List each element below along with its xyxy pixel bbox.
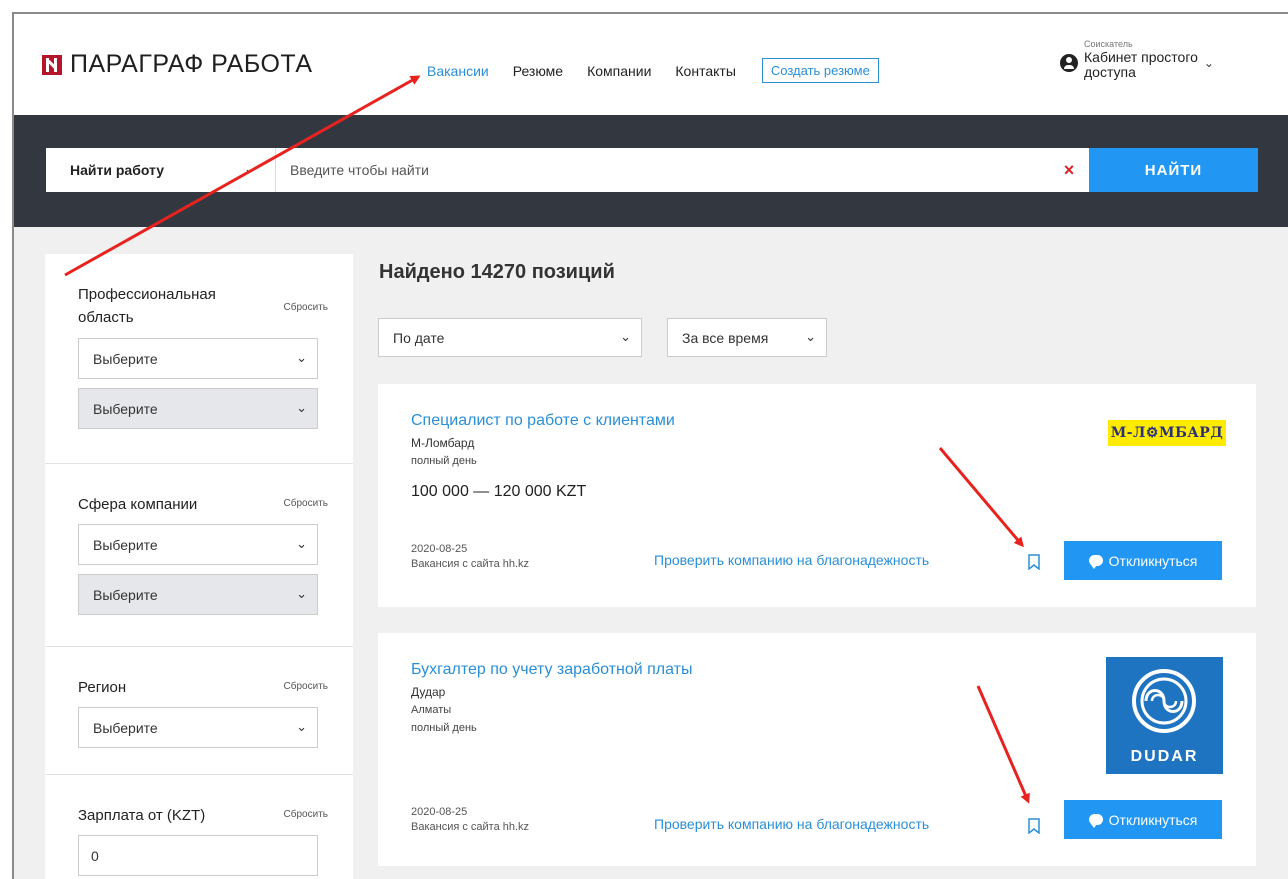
clear-search-icon[interactable]: × <box>1049 148 1089 192</box>
reset-link[interactable]: Сбросить <box>284 498 328 509</box>
vacancy-source: Вакансия с сайта hh.kz <box>411 820 530 833</box>
search-band: Найти работу ⌄ × НАЙТИ <box>14 115 1288 227</box>
sort-select[interactable]: По дате ⌄ <box>378 318 642 357</box>
chevron-down-icon: ⌄ <box>296 719 307 734</box>
prof-subarea-select[interactable]: Выберите ⌄ <box>78 388 318 429</box>
site-header: ПАРАГРАФ РАБОТА Вакансии Резюме Компании… <box>14 14 1288 115</box>
nav-contacts[interactable]: Контакты <box>675 63 735 79</box>
cabinet-name-line2: доступа <box>1084 64 1136 81</box>
filter-region: Регион Сбросить Выберите ⌄ <box>45 647 353 775</box>
site-logo[interactable]: ПАРАГРАФ РАБОТА <box>42 50 313 79</box>
nav-companies[interactable]: Компании <box>587 63 651 79</box>
vacancy-title-link[interactable]: Бухгалтер по учету заработной платы <box>411 661 692 679</box>
select-value: Выберите <box>93 536 158 553</box>
filter-title: Регион <box>78 679 127 696</box>
chat-bubble-icon <box>1088 555 1103 569</box>
results-count: Найдено 14270 позиций <box>379 261 615 283</box>
sphere-select[interactable]: Выберите ⌄ <box>78 524 318 565</box>
vacancy-meta: 2020-08-25 Вакансия с сайта hh.kz <box>411 805 529 835</box>
cabinet-text: Соискатель Кабинет простого доступа <box>1084 39 1198 81</box>
vacancy-meta: 2020-08-25 Вакансия с сайта hh.kz <box>411 542 529 572</box>
vacancy-company: Дудар <box>411 685 446 699</box>
chevron-down-icon: ⌄ <box>296 536 307 551</box>
company-logo[interactable]: М-Л⚙МБАРД <box>1108 420 1226 446</box>
filter-salary: Зарплата от (KZT) Сбросить 0 <box>45 775 353 879</box>
search-bar: Найти работу ⌄ × НАЙТИ <box>46 148 1258 192</box>
filters-sidebar: Профессиональная область Сбросить Выбери… <box>45 254 353 879</box>
vacancy-company: М-Ломбард <box>411 436 475 450</box>
dudar-emblem-icon <box>1132 669 1196 733</box>
respond-button[interactable]: Откликнуться <box>1064 541 1222 580</box>
main-nav: Вакансии Резюме Компании Контакты Создат… <box>427 58 879 83</box>
vacancy-title-link[interactable]: Специалист по работе с клиентами <box>411 412 675 430</box>
search-type-label: Найти работу <box>70 162 165 178</box>
filter-header: Зарплата от (KZT) Сбросить <box>78 805 328 828</box>
salary-from-input[interactable]: 0 <box>78 835 318 876</box>
vacancy-card: Специалист по работе с клиентами М-Ломба… <box>378 384 1256 607</box>
vacancy-schedule: полный день <box>411 455 477 467</box>
respond-label: Откликнуться <box>1108 552 1198 569</box>
filter-header: Профессиональная область Сбросить <box>78 284 328 329</box>
period-select[interactable]: За все время ⌄ <box>667 318 827 357</box>
bookmark-icon[interactable] <box>1028 554 1040 570</box>
filter-title-line2: область <box>78 308 134 326</box>
chevron-down-icon: ⌄ <box>805 329 816 344</box>
select-value: Выберите <box>93 400 158 417</box>
screenshot-frame: ПАРАГРАФ РАБОТА Вакансии Резюме Компании… <box>0 0 1288 879</box>
chat-bubble-icon <box>1088 814 1103 828</box>
search-input[interactable] <box>276 148 1049 192</box>
filter-header: Регион Сбросить <box>78 677 328 700</box>
respond-button[interactable]: Откликнуться <box>1064 800 1222 839</box>
logo-text: ПАРАГРАФ РАБОТА <box>70 50 313 78</box>
check-company-link[interactable]: Проверить компанию на благонадежность <box>654 552 929 568</box>
reset-link[interactable]: Сбросить <box>284 302 328 313</box>
user-cabinet-menu[interactable]: Соискатель Кабинет простого доступа ⌄ <box>1060 39 1214 81</box>
region-select[interactable]: Выберите ⌄ <box>78 707 318 748</box>
chevron-down-icon: ⌄ <box>1203 56 1214 70</box>
check-company-link[interactable]: Проверить компанию на благонадежность <box>654 816 929 832</box>
paragraph-logo-icon <box>42 54 62 75</box>
sphere-sub-select[interactable]: Выберите ⌄ <box>78 574 318 615</box>
cabinet-name-line1: Кабинет простого <box>1084 48 1198 65</box>
reset-link[interactable]: Сбросить <box>284 681 328 692</box>
vacancy-source: Вакансия с сайта hh.kz <box>411 557 530 570</box>
vacancy-date: 2020-08-25 <box>411 806 468 818</box>
vacancy-date: 2020-08-25 <box>411 543 468 555</box>
filter-title: Зарплата от (KZT) <box>78 807 206 824</box>
filter-title-line1: Профессиональная <box>78 286 216 303</box>
chevron-down-icon: ⌄ <box>296 586 307 601</box>
select-value: Выберите <box>93 586 158 603</box>
filter-title: Сфера компании <box>78 496 198 513</box>
vacancy-schedule: полный день <box>411 722 477 734</box>
respond-label: Откликнуться <box>1108 811 1198 828</box>
period-value: За все время <box>682 329 769 346</box>
filter-company-sphere: Сфера компании Сбросить Выберите ⌄ Выбер… <box>45 464 353 647</box>
prof-area-select[interactable]: Выберите ⌄ <box>78 338 318 379</box>
select-value: Выберите <box>93 350 158 367</box>
vacancy-salary: 100 000 — 120 000 KZT <box>411 483 587 500</box>
filter-professional-area: Профессиональная область Сбросить Выбери… <box>45 254 353 464</box>
nav-resumes[interactable]: Резюме <box>513 63 563 79</box>
search-button[interactable]: НАЙТИ <box>1089 148 1258 192</box>
search-type-select[interactable]: Найти работу ⌄ <box>46 148 276 192</box>
select-value: Выберите <box>93 719 158 736</box>
bookmark-icon[interactable] <box>1028 818 1040 834</box>
sort-value: По дате <box>393 329 445 346</box>
chevron-down-icon: ⌄ <box>244 161 255 176</box>
create-resume-button[interactable]: Создать резюме <box>761 58 879 83</box>
reset-link[interactable]: Сбросить <box>284 809 328 820</box>
nav-vacancies[interactable]: Вакансии <box>427 63 489 79</box>
company-logo[interactable]: DUDAR <box>1106 657 1223 774</box>
filter-header: Сфера компании Сбросить <box>78 494 328 517</box>
chevron-down-icon: ⌄ <box>620 329 631 344</box>
user-avatar-icon <box>1060 54 1078 72</box>
chevron-down-icon: ⌄ <box>296 350 307 365</box>
vacancy-card: Бухгалтер по учету заработной платы Дуда… <box>378 633 1256 866</box>
dudar-logo-text: DUDAR <box>1130 748 1199 765</box>
filter-title: Профессиональная область <box>78 284 216 329</box>
chevron-down-icon: ⌄ <box>296 400 307 415</box>
vacancy-city: Алматы <box>411 704 452 716</box>
